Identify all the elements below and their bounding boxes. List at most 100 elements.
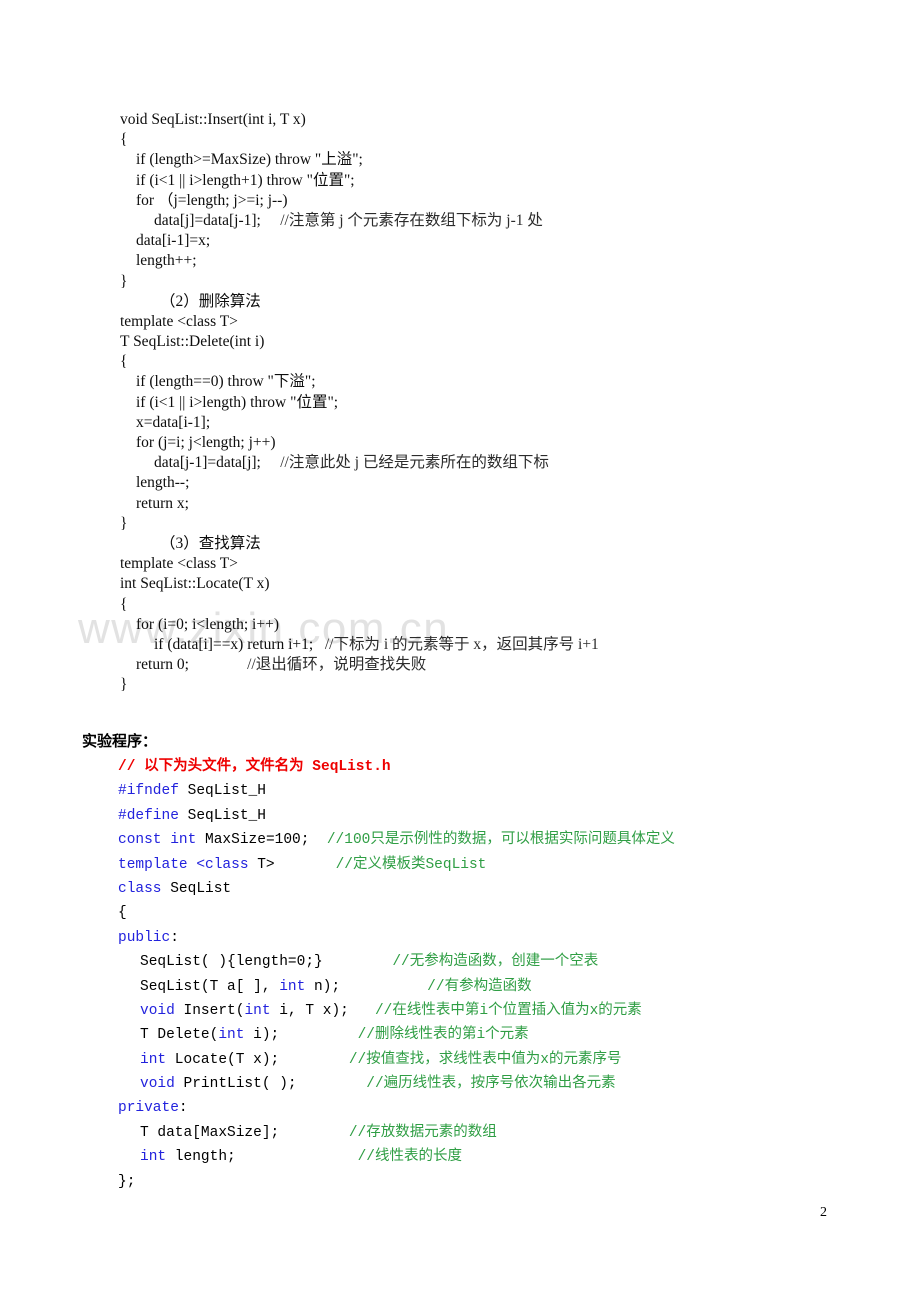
- code-line: T data[MaxSize]; //存放数据元素的数组: [118, 1121, 858, 1145]
- code-line: for (i=0; i<length; i++): [120, 615, 840, 635]
- code-line: // 以下为头文件，文件名为 SeqList.h: [118, 755, 858, 779]
- code-text: data[j]=data[j-1];: [154, 211, 261, 229]
- code-keyword: void: [140, 1002, 175, 1019]
- code-line: （3）查找算法: [120, 534, 840, 554]
- code-text: SeqList(T a[ ],: [140, 978, 280, 995]
- code-text: MaxSize=100;: [196, 832, 310, 849]
- code-text: length;: [166, 1149, 236, 1166]
- code-line: SeqList(T a[ ], int n); //有参构造函数: [118, 975, 858, 999]
- code-text: if (length==0) throw "下溢";: [136, 373, 316, 391]
- code-gap: [279, 1125, 349, 1141]
- code-text: :: [170, 929, 179, 946]
- code-text: x=data[i-1];: [136, 413, 211, 431]
- code-line: if (i<1 || i>length) throw "位置";: [120, 393, 840, 413]
- code-comment: //线性表的长度: [357, 1149, 462, 1166]
- code-line: if (length>=MaxSize) throw "上溢";: [120, 150, 840, 170]
- code-gap: [297, 1076, 367, 1092]
- code-keyword: public: [118, 929, 171, 946]
- code-line: data[i-1]=x;: [120, 231, 840, 251]
- code-line: for （j=length; j>=i; j--): [120, 191, 840, 211]
- code-gap: [323, 954, 393, 970]
- code-text: T Delete(: [140, 1027, 219, 1044]
- code-gap: [340, 979, 427, 995]
- code-line: public:: [118, 926, 858, 950]
- code-gap: [313, 636, 325, 653]
- code-text: SeqList( ){length=0;}: [140, 954, 323, 971]
- code-gap: [279, 1027, 357, 1043]
- code-text: n);: [305, 978, 341, 995]
- code-text: template <class T>: [120, 555, 238, 573]
- code-text: }: [120, 272, 128, 290]
- code-comment: //在线性表中第i个位置插入值为x的元素: [374, 1002, 642, 1019]
- code-line: SeqList( ){length=0;} //无参构造函数，创建一个空表: [118, 950, 858, 974]
- code-text: data[i-1]=x;: [136, 232, 211, 250]
- code-keyword: #define: [118, 807, 179, 824]
- code-line: class SeqList: [118, 877, 858, 901]
- code-keyword: void: [140, 1076, 175, 1093]
- code-keyword: #ifndef: [118, 783, 179, 800]
- code-comment: //下标为 i 的元素等于 x，返回其序号 i+1: [324, 635, 599, 653]
- header-comment: // 以下为头文件，文件名为 SeqList.h: [118, 759, 391, 775]
- code-comment: //退出循环，说明查找失败: [247, 656, 427, 674]
- code-text: Locate(T x);: [166, 1051, 280, 1068]
- code-text: if (i<1 || i>length) throw "位置";: [136, 393, 339, 411]
- code-keyword: class: [118, 880, 162, 897]
- code-text: T>: [248, 856, 275, 873]
- code-line: };: [118, 1170, 858, 1194]
- code-keyword: template <class: [118, 856, 249, 873]
- code-comment: //注意第 j 个元素存在数组下标为 j-1 处: [280, 211, 543, 229]
- code-line: const int MaxSize=100; //100只是示例性的数据，可以根…: [118, 828, 858, 852]
- code-text: if (length>=MaxSize) throw "上溢";: [136, 151, 363, 169]
- code-line: {: [120, 352, 840, 372]
- code-line: return 0; //退出循环，说明查找失败: [120, 655, 840, 675]
- code-line: int Locate(T x); //按值查找，求线性表中值为x的元素序号: [118, 1048, 858, 1072]
- code-gap: [275, 857, 336, 873]
- code-line: int length; //线性表的长度: [118, 1145, 858, 1169]
- header-file-code-block: // 以下为头文件，文件名为 SeqList.h #ifndef SeqList_…: [118, 755, 858, 1194]
- code-line: template <class T>: [120, 312, 840, 332]
- code-text: {: [118, 905, 127, 922]
- code-text: i, T x);: [270, 1002, 349, 1019]
- code-text: {: [120, 595, 128, 613]
- code-text: }: [120, 514, 128, 532]
- code-gap: [349, 1003, 375, 1019]
- code-keyword: int: [279, 978, 306, 995]
- code-text: length--;: [136, 474, 190, 492]
- section-heading: 实验程序：: [82, 733, 158, 750]
- code-text: （2）删除算法: [160, 292, 261, 310]
- code-text: return 0;: [136, 656, 189, 674]
- code-text: {: [120, 353, 128, 371]
- code-line: }: [120, 514, 840, 534]
- code-line: if (i<1 || i>length+1) throw "位置";: [120, 171, 840, 191]
- code-comment: //100只是示例性的数据，可以根据实际问题具体定义: [326, 832, 675, 849]
- code-text: };: [118, 1173, 136, 1190]
- code-text: SeqList_H: [178, 783, 266, 800]
- code-text: return x;: [136, 494, 189, 512]
- code-gap: [261, 454, 280, 471]
- code-text: template <class T>: [120, 312, 238, 330]
- code-line: T Delete(int i); //删除线性表的第i个元素: [118, 1023, 858, 1047]
- code-line: （2）删除算法: [120, 292, 840, 312]
- code-comment: //注意此处 j 已经是元素所在的数组下标: [280, 454, 549, 472]
- code-comment: //无参构造函数，创建一个空表: [392, 954, 599, 971]
- code-text: T SeqList::Delete(int i): [120, 333, 265, 351]
- code-gap: [279, 1052, 349, 1068]
- code-text: data[j-1]=data[j];: [154, 454, 261, 472]
- code-gap: [309, 832, 326, 848]
- code-line: template <class T>: [120, 554, 840, 574]
- code-text: SeqList: [161, 880, 232, 897]
- code-line: void PrintList( ); //遍历线性表，按序号依次输出各元素: [118, 1072, 858, 1096]
- code-line: length++;: [120, 251, 840, 271]
- code-text: if (data[i]==x) return i+1;: [154, 635, 314, 653]
- code-keyword: int: [244, 1002, 271, 1019]
- code-text: for (i=0; i<length; i++): [136, 615, 280, 633]
- code-comment: //存放数据元素的数组: [348, 1124, 497, 1141]
- code-line: {: [120, 130, 840, 150]
- code-text: {: [120, 131, 128, 149]
- code-text: PrintList( );: [174, 1076, 297, 1093]
- code-text: for (j=i; j<length; j++): [136, 434, 276, 451]
- code-text: if (i<1 || i>length+1) throw "位置";: [136, 171, 355, 189]
- algorithm-code-block: void SeqList::Insert(int i, T x){if (len…: [120, 110, 840, 695]
- code-line: }: [120, 675, 840, 695]
- code-line: for (j=i; j<length; j++): [120, 433, 840, 453]
